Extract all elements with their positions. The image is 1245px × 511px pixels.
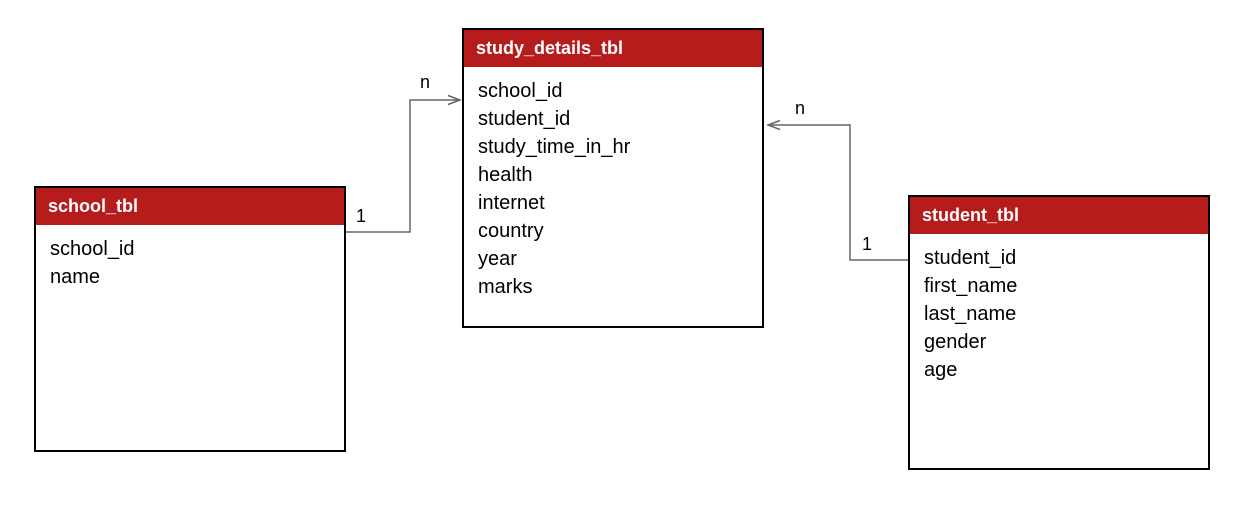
cardinality-student-one: 1 — [862, 234, 872, 255]
entity-header-study-details: study_details_tbl — [464, 30, 762, 67]
field-school-id: school_id — [50, 235, 330, 263]
er-diagram: school_tbl school_id name study_details_… — [0, 0, 1245, 511]
entity-study-details-tbl: study_details_tbl school_id student_id s… — [462, 28, 764, 328]
field-school-name: name — [50, 263, 330, 291]
field-student-id: student_id — [924, 244, 1194, 272]
field-student-last-name: last_name — [924, 300, 1194, 328]
field-student-gender: gender — [924, 328, 1194, 356]
entity-header-student: student_tbl — [910, 197, 1208, 234]
cardinality-study-n-right: n — [795, 98, 805, 119]
field-student-age: age — [924, 356, 1194, 384]
entity-header-school: school_tbl — [36, 188, 344, 225]
entity-body-school: school_id name — [36, 225, 344, 325]
field-student-first-name: first_name — [924, 272, 1194, 300]
field-study-country: country — [478, 217, 748, 245]
field-study-school-id: school_id — [478, 77, 748, 105]
cardinality-school-one: 1 — [356, 206, 366, 227]
field-study-student-id: student_id — [478, 105, 748, 133]
field-study-marks: marks — [478, 273, 748, 301]
cardinality-study-n-left: n — [420, 72, 430, 93]
entity-body-study-details: school_id student_id study_time_in_hr he… — [464, 67, 762, 311]
entity-school-tbl: school_tbl school_id name — [34, 186, 346, 452]
field-study-health: health — [478, 161, 748, 189]
field-study-year: year — [478, 245, 748, 273]
entity-body-student: student_id first_name last_name gender a… — [910, 234, 1208, 394]
field-study-internet: internet — [478, 189, 748, 217]
field-study-time: study_time_in_hr — [478, 133, 748, 161]
entity-student-tbl: student_tbl student_id first_name last_n… — [908, 195, 1210, 470]
